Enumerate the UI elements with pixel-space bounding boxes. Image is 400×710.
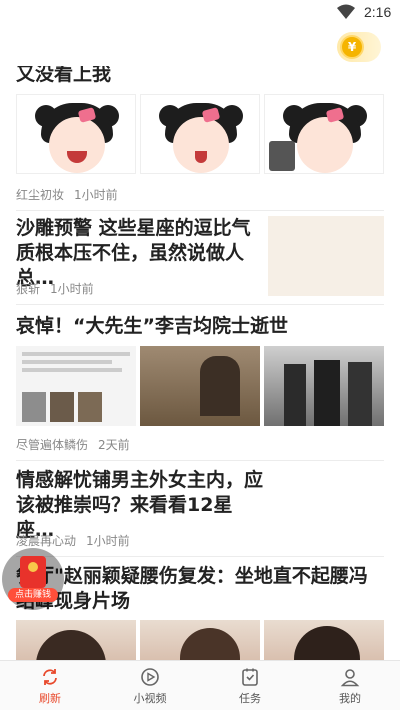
article-meta: 凌晨再心动 1小时前: [16, 532, 384, 549]
post-time: 1小时前: [74, 188, 118, 202]
red-packet-label: 点击赚钱: [8, 588, 58, 602]
author-name: 狼斩: [16, 282, 41, 296]
news-thumbnail: [264, 620, 384, 660]
bottom-tab-bar: 刷新 小视频 任务 我的: [0, 660, 400, 710]
image-row: [16, 346, 384, 426]
tab-label: 小视频: [133, 692, 167, 705]
post-time: 1小时前: [86, 534, 130, 548]
list-item[interactable]: 餐厅"赵丽颖疑腰伤复发：坐地直不起腰冯绍峰现身片场: [16, 564, 384, 614]
post-time: 1小时前: [50, 282, 94, 296]
image-row: [16, 620, 384, 660]
article-title: 哀悼！“大先生”李吉均院士逝世: [16, 315, 288, 337]
status-bar: 2:16: [0, 0, 400, 26]
refresh-icon: [43, 669, 57, 685]
article-title: 餐厅"赵丽颖疑腰伤复发：坐地直不起腰冯绍峰现身片场: [16, 565, 368, 612]
tab-label: 我的: [339, 692, 361, 705]
tab-refresh[interactable]: 刷新: [0, 661, 100, 710]
play-icon: [141, 668, 159, 686]
wifi-icon: [337, 4, 355, 19]
coin-button[interactable]: ¥: [337, 32, 381, 62]
divider: [16, 210, 384, 211]
cartoon-thumbnail: [264, 94, 384, 174]
article-title: 又没看上我: [16, 66, 112, 85]
top-bar: ¥: [0, 26, 400, 66]
tab-profile[interactable]: 我的: [300, 661, 400, 710]
divider: [16, 556, 384, 557]
tab-short-video[interactable]: 小视频: [100, 661, 200, 710]
post-time: 2天前: [98, 438, 130, 452]
red-packet-icon: [20, 556, 46, 588]
author-name: 红尘初妆: [16, 188, 65, 202]
cartoon-thumbnail: [16, 94, 136, 174]
author-name: 尽管遍体鳞伤: [16, 438, 89, 452]
divider: [16, 304, 384, 305]
tab-label: 刷新: [39, 692, 61, 705]
list-item[interactable]: 哀悼！“大先生”李吉均院士逝世: [16, 314, 384, 339]
tab-tasks[interactable]: 任务: [200, 661, 300, 710]
news-thumbnail: [264, 346, 384, 426]
status-time: 2:16: [364, 4, 392, 20]
article-meta: 尽管遍体鳞伤 2天前: [16, 436, 384, 453]
news-thumbnail: [16, 620, 136, 660]
tab-label: 任务: [239, 692, 261, 705]
list-item[interactable]: 又没看上我: [16, 66, 384, 87]
news-thumbnail: [16, 346, 136, 426]
red-packet-button[interactable]: 点击赚钱: [2, 548, 64, 610]
author-name: 凌晨再心动: [16, 534, 77, 548]
news-thumbnail: [140, 346, 260, 426]
user-icon: [340, 669, 360, 687]
image-row: [16, 94, 384, 174]
coin-icon: ¥: [340, 35, 364, 59]
news-thumbnail: [140, 620, 260, 660]
article-meta: 狼斩 1小时前: [16, 280, 384, 297]
task-icon: [242, 668, 258, 686]
cartoon-thumbnail: [140, 94, 260, 174]
article-meta: 红尘初妆 1小时前: [16, 186, 384, 203]
divider: [16, 460, 384, 461]
